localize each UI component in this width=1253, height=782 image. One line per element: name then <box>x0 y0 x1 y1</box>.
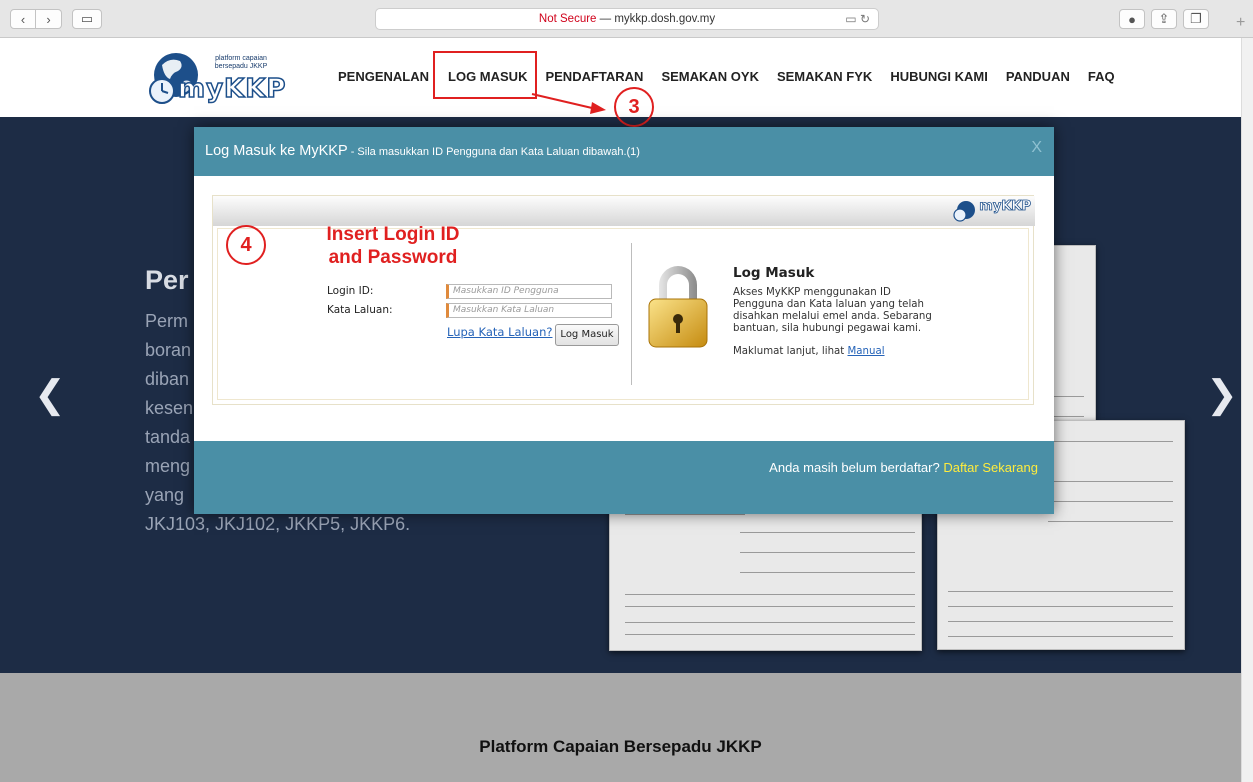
menu-semakan-fyk[interactable]: SEMAKAN FYK <box>777 69 872 84</box>
modal-title-suffix: (1) <box>626 146 640 158</box>
annotation-step-4: 4 <box>226 225 266 265</box>
share-icon: ⇪ <box>1158 11 1170 26</box>
annotation-highlight-log-masuk <box>433 51 537 99</box>
logo-text[interactable]: myKKP <box>177 73 286 105</box>
mini-logo-text: myKKP <box>979 199 1031 215</box>
footer-section: Platform Capaian Bersepadu JKKP <box>0 673 1241 782</box>
footer-title: Platform Capaian Bersepadu JKKP <box>479 737 762 756</box>
forgot-password-link[interactable]: Lupa Kata Laluan? <box>447 325 552 339</box>
back-button[interactable]: ‹ <box>10 9 36 29</box>
share-button[interactable]: ⇪ <box>1151 9 1177 29</box>
page-scrollbar[interactable] <box>1241 38 1253 782</box>
sidebar-icon: ▭ <box>80 11 94 26</box>
hero-title: Per <box>145 265 189 295</box>
info-more-text: Maklumat lanjut, lihat <box>733 346 848 357</box>
url-text: — mykkp.dosh.gov.my <box>596 13 716 25</box>
address-bar[interactable]: Not Secure — mykkp.dosh.gov.my ▭ ↻ <box>375 8 879 30</box>
password-label: Kata Laluan: <box>327 304 393 316</box>
nav-buttons: ‹ › ▭ <box>10 9 102 29</box>
form-document-image-left <box>609 493 922 651</box>
menu-hubungi-kami[interactable]: HUBUNGI KAMI <box>890 69 988 84</box>
register-now-link[interactable]: Daftar Sekarang <box>943 460 1038 475</box>
tabs-icon: ❐ <box>1190 11 1202 26</box>
annotation-arrow-icon <box>531 93 606 114</box>
chevron-right-icon: › <box>46 11 51 27</box>
register-prompt-text: Anda masih belum berdaftar? <box>769 460 944 475</box>
modal-footer: Anda masih belum berdaftar? Daftar Sekar… <box>194 441 1054 514</box>
menu-faq[interactable]: FAQ <box>1088 69 1115 84</box>
insert-note-line2: and Password <box>328 247 458 268</box>
logo-caption-line1: platform capaian <box>215 55 267 62</box>
form-divider <box>631 243 632 385</box>
slider-prev-arrow-icon[interactable]: ❮ <box>34 372 66 417</box>
annotation-step-3: 3 <box>614 87 654 127</box>
register-prompt: Anda masih belum berdaftar? Daftar Sekar… <box>769 460 1038 475</box>
not-secure-label: Not Secure <box>538 13 597 25</box>
padlock-icon <box>648 266 708 348</box>
menu-pengenalan[interactable]: PENGENALAN <box>338 69 429 84</box>
manual-link[interactable]: Manual <box>848 346 885 357</box>
modal-title: Log Masuk ke MyKKP - Sila masukkan ID Pe… <box>205 143 640 159</box>
sidebar-button[interactable]: ▭ <box>72 9 102 29</box>
download-icon: ● <box>1128 11 1136 27</box>
login-modal: Log Masuk ke MyKKP - Sila masukkan ID Pe… <box>194 127 1054 514</box>
new-tab-icon[interactable]: + <box>1236 14 1245 32</box>
login-id-label: Login ID: <box>327 285 374 297</box>
login-id-input[interactable]: Masukkan ID Pengguna <box>446 284 612 299</box>
tabs-button[interactable]: ❐ <box>1183 9 1209 29</box>
login-button[interactable]: Log Masuk <box>555 324 619 346</box>
menu-pendaftaran[interactable]: PENDAFTARAN <box>545 69 643 84</box>
login-panel: myKKP Insert Login ID and Password 4 Log… <box>212 195 1035 405</box>
download-button[interactable]: ● <box>1119 9 1145 29</box>
reader-reload-icons[interactable]: ▭ ↻ <box>845 9 870 29</box>
logo-caption-line2: bersepadu JKKP <box>214 63 268 70</box>
menu-panduan[interactable]: PANDUAN <box>1006 69 1070 84</box>
menu-semakan-oyk[interactable]: SEMAKAN OYK <box>661 69 759 84</box>
logo-caption: platform capaian bersepadu JKKP <box>206 55 276 71</box>
mini-globe-logo <box>953 201 975 222</box>
toolbar-right: ● ⇪ ❐ <box>1119 9 1209 29</box>
close-icon[interactable]: X <box>1031 139 1042 157</box>
info-text: Akses MyKKP menggunakan ID Pengguna dan … <box>733 287 932 334</box>
annotation-insert-note: Insert Login ID and Password <box>308 223 478 269</box>
forward-button[interactable]: › <box>36 9 62 29</box>
browser-toolbar: ‹ › ▭ Not Secure — mykkp.dosh.gov.my ▭ ↻… <box>0 0 1253 38</box>
insert-note-line1: Insert Login ID <box>326 224 460 245</box>
modal-header: Log Masuk ke MyKKP - Sila masukkan ID Pe… <box>194 127 1054 176</box>
modal-subtitle: - Sila masukkan ID Pengguna dan Kata Lal… <box>347 146 627 158</box>
password-input[interactable]: Masukkan Kata Laluan <box>446 303 612 318</box>
panel-banner: myKKP <box>213 196 1035 226</box>
info-title: Log Masuk <box>733 265 815 281</box>
chevron-left-icon: ‹ <box>20 11 26 27</box>
slider-next-arrow-icon[interactable]: ❯ <box>1206 372 1238 417</box>
login-form-area: Insert Login ID and Password 4 Login ID:… <box>217 224 1029 400</box>
hero-line: JKJ103, JKJ102, JKKP5, JKKP6. <box>145 514 411 534</box>
info-more: Maklumat lanjut, lihat Manual <box>733 346 885 357</box>
modal-title-main: Log Masuk ke MyKKP <box>205 143 348 159</box>
